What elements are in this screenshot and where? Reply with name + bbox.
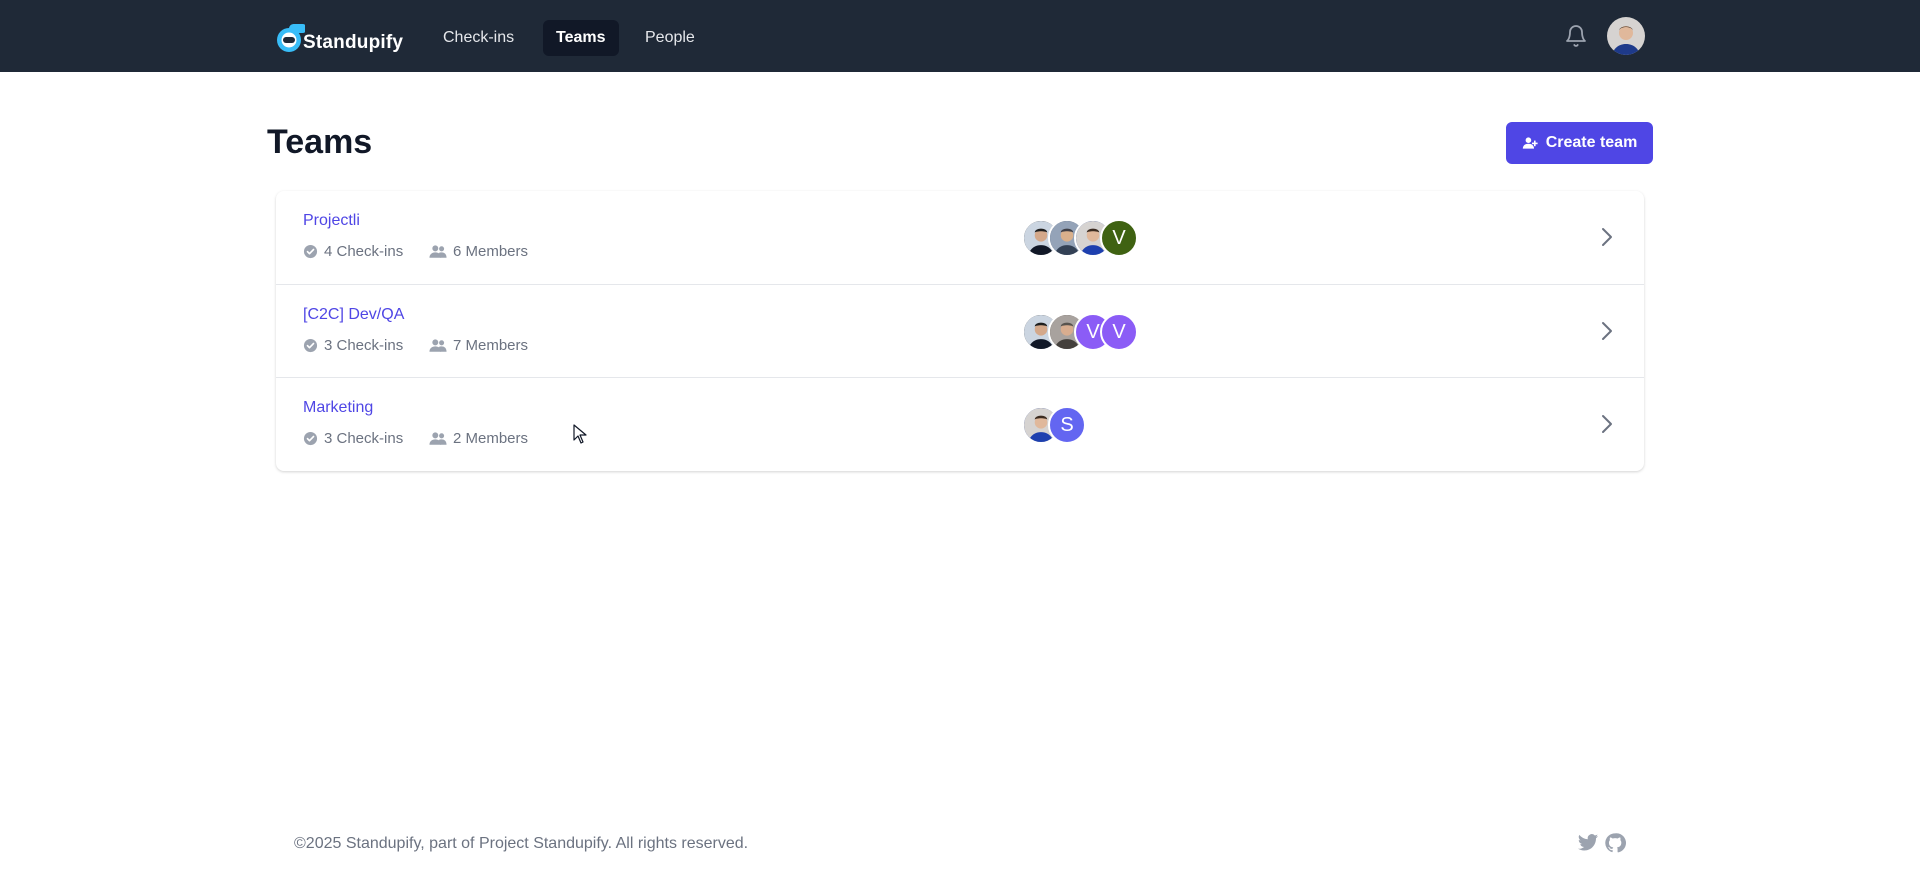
team-members: 6 Members <box>429 243 528 260</box>
member-avatar-letter: V <box>1100 219 1138 257</box>
members-count: 2 Members <box>453 430 529 447</box>
team-row-marketing[interactable]: Marketing 3 Check-ins 2 Members S <box>276 377 1644 470</box>
check-circle-icon <box>303 431 318 446</box>
user-avatar[interactable] <box>1607 17 1645 55</box>
logo-text: Standupify <box>303 32 404 53</box>
team-members: 2 Members <box>429 430 528 447</box>
bell-icon[interactable] <box>1564 24 1588 48</box>
page-title: Teams <box>267 123 373 161</box>
member-avatar-letter: S <box>1048 406 1086 444</box>
top-navbar: Standupify Check-ins Teams People <box>0 0 1920 72</box>
user-avatar-image <box>1607 17 1645 55</box>
standupify-logo[interactable]: Standupify <box>275 18 405 56</box>
members-count: 6 Members <box>453 243 529 260</box>
chevron-right-icon[interactable] <box>1594 319 1618 343</box>
team-checkins: 3 Check-ins <box>303 337 403 354</box>
users-icon <box>429 339 447 352</box>
team-members: 7 Members <box>429 337 528 354</box>
create-team-label: Create team <box>1545 134 1638 151</box>
chevron-right-icon[interactable] <box>1594 225 1618 249</box>
logo-icon <box>277 24 305 52</box>
chevron-right-icon[interactable] <box>1594 412 1618 436</box>
checkins-count: 3 Check-ins <box>324 337 404 354</box>
nav-link-check-ins[interactable]: Check-ins <box>430 20 527 56</box>
checkins-count: 4 Check-ins <box>324 243 404 260</box>
team-checkins: 4 Check-ins <box>303 243 403 260</box>
check-circle-icon <box>303 244 318 259</box>
github-icon[interactable] <box>1604 832 1626 854</box>
team-name[interactable]: Projectli <box>303 212 360 230</box>
team-row-c2c-dev-qa[interactable]: [C2C] Dev/QA 3 Check-ins 7 Members V V <box>276 284 1644 377</box>
team-list: Projectli 4 Check-ins 6 Members V [C2C] … <box>276 191 1644 471</box>
add-user-icon <box>1522 137 1538 149</box>
team-name[interactable]: [C2C] Dev/QA <box>303 306 404 324</box>
member-avatar-letter: V <box>1100 313 1138 351</box>
team-name[interactable]: Marketing <box>303 399 373 417</box>
team-checkins: 3 Check-ins <box>303 430 403 447</box>
checkins-count: 3 Check-ins <box>324 430 404 447</box>
users-icon <box>429 245 447 258</box>
members-count: 7 Members <box>453 337 529 354</box>
team-row-projectli[interactable]: Projectli 4 Check-ins 6 Members V <box>276 191 1644 284</box>
nav-link-people[interactable]: People <box>632 20 708 56</box>
users-icon <box>429 432 447 445</box>
mouse-cursor-icon <box>573 424 587 444</box>
check-circle-icon <box>303 338 318 353</box>
footer-copyright: ©2025 Standupify, part of Project Standu… <box>294 835 749 852</box>
nav-link-teams[interactable]: Teams <box>543 20 619 56</box>
twitter-icon[interactable] <box>1577 832 1599 854</box>
create-team-button[interactable]: Create team <box>1506 122 1653 164</box>
